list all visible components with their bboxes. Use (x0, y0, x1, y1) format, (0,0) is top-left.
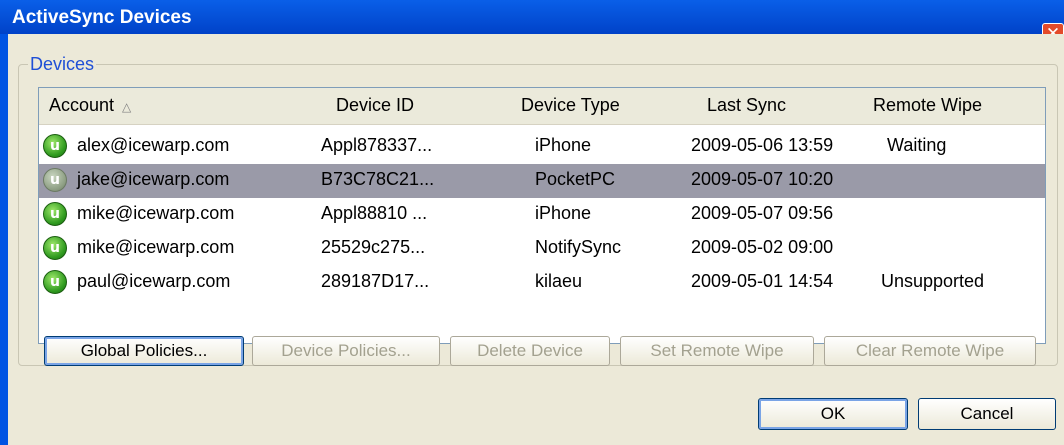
column-header-last-sync[interactable]: Last Sync (707, 95, 786, 116)
title-bar[interactable]: ActiveSync Devices (0, 0, 1064, 34)
device-type-cell: PocketPC (535, 169, 616, 189)
last-sync-cell: 2009-05-01 14:54 (691, 271, 834, 291)
table-row-selected[interactable]: u jake@icewarp.com B73C78C21... PocketPC… (39, 164, 1045, 198)
table-row[interactable]: u mike@icewarp.com Appl88810 ... iPhone … (39, 198, 1045, 232)
device-id-cell: Appl88810 ... (321, 203, 428, 223)
device-icon: u (43, 236, 67, 260)
activesync-devices-window: ActiveSync Devices ✕ Devices Account△ De… (0, 0, 1064, 445)
remote-wipe-cell: Waiting (887, 135, 947, 155)
column-header-remote-wipe[interactable]: Remote Wipe (873, 95, 982, 116)
device-id-cell: 289187D17... (321, 271, 430, 291)
table-row[interactable]: u paul@icewarp.com 289187D17... kilaeu 2… (39, 266, 1045, 300)
delete-device-button[interactable]: Delete Device (450, 336, 610, 366)
window-title: ActiveSync Devices (12, 7, 192, 28)
remote-wipe-cell: Unsupported (881, 271, 985, 291)
device-policies-button[interactable]: Device Policies... (252, 336, 440, 366)
account-cell: mike@icewarp.com (77, 237, 235, 257)
device-id-cell: B73C78C21... (321, 169, 435, 189)
table-row[interactable]: u mike@icewarp.com 25529c275... NotifySy… (39, 232, 1045, 266)
device-type-cell: NotifySync (535, 237, 622, 257)
device-type-cell: iPhone (535, 135, 592, 155)
ok-button[interactable]: OK (758, 398, 908, 430)
global-policies-button[interactable]: Global Policies... (44, 336, 244, 366)
dialog-body: Devices Account △ Device ID Device Type L… (8, 34, 1064, 445)
device-id-cell: 25529c275... (321, 237, 426, 257)
device-icon: u (43, 134, 67, 158)
last-sync-cell: 2009-05-07 09:56 (691, 203, 834, 223)
device-icon: u (43, 270, 67, 294)
account-cell: mike@icewarp.com (77, 203, 235, 223)
account-cell: jake@icewarp.com (77, 169, 230, 189)
devices-list[interactable]: Account △ Device ID Device Type Last Sync… (38, 87, 1046, 344)
last-sync-cell: 2009-05-02 09:00 (691, 237, 834, 257)
devices-group-label: Devices (28, 54, 97, 75)
device-icon: u (43, 168, 67, 192)
device-type-cell: iPhone (535, 203, 592, 223)
device-icon: u (43, 202, 67, 226)
account-cell: alex@icewarp.com (77, 135, 230, 155)
column-header-account[interactable]: Account △ (49, 95, 131, 116)
device-id-cell: Appl878337... (321, 135, 433, 155)
column-header-device-type[interactable]: Device Type (521, 95, 620, 116)
account-cell: paul@icewarp.com (77, 271, 231, 291)
sort-ascending-icon: △ (122, 100, 132, 114)
clear-remote-wipe-button[interactable]: Clear Remote Wipe (824, 336, 1036, 366)
set-remote-wipe-button[interactable]: Set Remote Wipe (620, 336, 814, 366)
cancel-button[interactable]: Cancel (918, 398, 1056, 430)
last-sync-cell: 2009-05-06 13:59 (691, 135, 834, 155)
column-header-account-label: Account (49, 95, 115, 115)
device-type-cell: kilaeu (535, 271, 583, 291)
column-header-device-id[interactable]: Device ID (336, 95, 414, 116)
table-row[interactable]: u alex@icewarp.com Appl878337... iPhone … (39, 130, 1045, 164)
list-header: Account △ Device ID Device Type Last Sync… (39, 88, 1045, 125)
last-sync-cell: 2009-05-07 10:20 (691, 169, 834, 189)
